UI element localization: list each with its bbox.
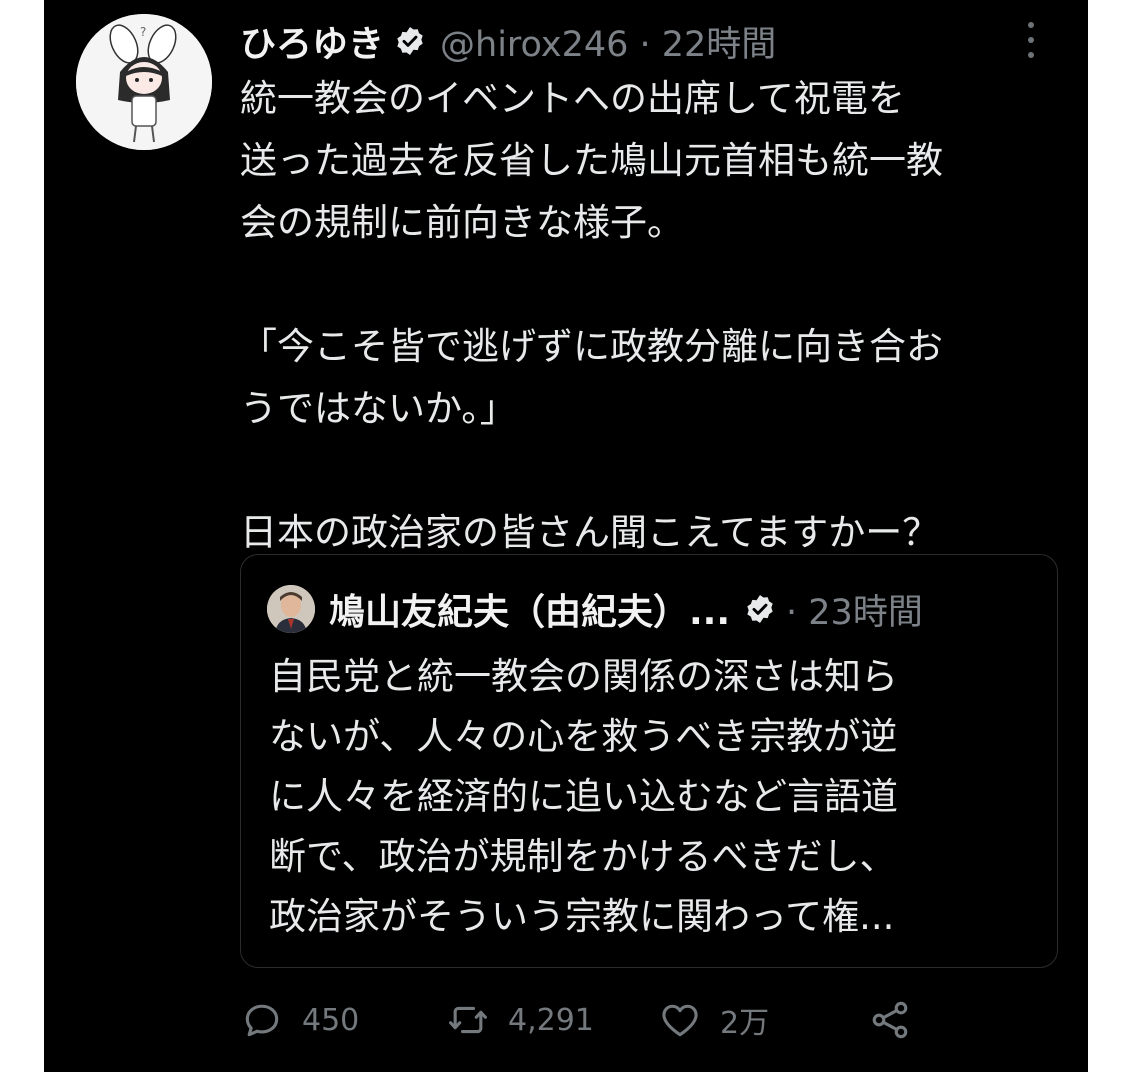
tweet-body: 統一教会のイベントへの出席して祝電を 送った過去を反省した鳩山元首相も統一教 会… xyxy=(240,68,1060,564)
retweet-icon xyxy=(449,1006,487,1034)
author-name[interactable]: ひろゆき xyxy=(240,15,384,67)
quoted-tweet[interactable]: 鳩山友紀夫（由紀夫）... · 23時間 自民党と統一教会の関係の深さは知ら な… xyxy=(240,554,1058,968)
tweet-actions: 450 4,291 2万 xyxy=(240,994,960,1046)
tweet-body-line: 送った過去を反省した鳩山元首相も統一教 xyxy=(240,139,943,182)
quoted-author-avatar xyxy=(267,585,315,633)
quoted-tweet-body: 自民党と統一教会の関係の深さは知ら ないが、人々の心を救うべき宗教が逆 に人々を… xyxy=(269,647,1039,947)
quoted-time: · 23時間 xyxy=(786,592,923,633)
tweet-body-line: 「今こそ皆で逃げずに政教分離に向き合お xyxy=(240,325,943,368)
tweet-header: ひろゆき @hirox246 · 22時間 xyxy=(240,16,776,66)
tweet-body-line: 会の規制に前向きな様子。 xyxy=(240,201,684,244)
quoted-body-line: に人々を経済的に追い込むなど言語道 xyxy=(269,775,898,818)
reply-button[interactable]: 450 xyxy=(240,994,359,1046)
reply-count: 450 xyxy=(302,1002,360,1038)
quoted-author-name[interactable]: 鳩山友紀夫（由紀夫）... xyxy=(329,583,730,635)
tweet-body-line: うではないか。」 xyxy=(240,387,517,430)
reply-icon xyxy=(245,1004,279,1037)
quoted-body-line: ないが、人々の心を救うべき宗教が逆 xyxy=(269,715,898,758)
person-photo-icon xyxy=(267,585,315,633)
quoted-body-line: 政治家がそういう宗教に関わって権... xyxy=(269,895,895,938)
share-icon xyxy=(872,1001,908,1039)
quoted-body-line: 自民党と統一教会の関係の深さは知ら xyxy=(269,655,898,698)
like-button[interactable]: 2万 xyxy=(658,994,769,1046)
more-options-icon[interactable] xyxy=(1020,22,1042,58)
verified-badge-icon xyxy=(747,595,773,623)
retweet-count: 4,291 xyxy=(508,1002,594,1038)
tweet-card: ? ひろゆき @hirox246 · 22時間 統一教会のイベントへの出席して祝… xyxy=(44,0,1088,1072)
quoted-tweet-header: 鳩山友紀夫（由紀夫）... · 23時間 xyxy=(267,585,923,633)
like-icon xyxy=(662,1004,698,1037)
quoted-body-line: 断で、政治が規制をかけるべきだし、 xyxy=(269,835,897,878)
svg-text:?: ? xyxy=(140,25,146,39)
share-button[interactable] xyxy=(868,994,912,1046)
tweet-body-line: 統一教会のイベントへの出席して祝電を xyxy=(240,77,905,120)
author-avatar[interactable]: ? xyxy=(76,14,212,150)
like-count: 2万 xyxy=(720,1006,770,1041)
retweet-button[interactable]: 4,291 xyxy=(446,994,594,1046)
avatar-illustration-icon: ? xyxy=(76,14,212,150)
verified-badge-icon xyxy=(397,27,423,55)
author-handle-time[interactable]: @hirox246 · 22時間 xyxy=(440,16,776,67)
